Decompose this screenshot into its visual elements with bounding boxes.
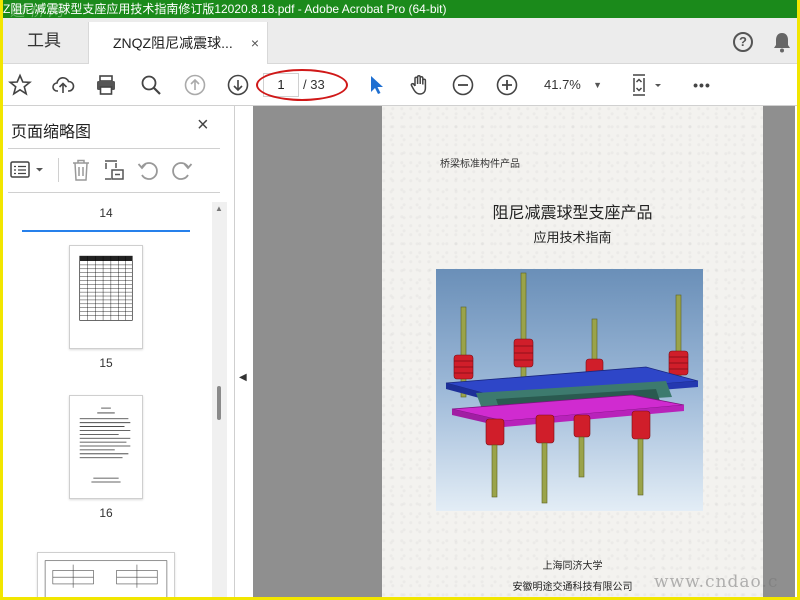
window-frame bbox=[0, 0, 800, 600]
